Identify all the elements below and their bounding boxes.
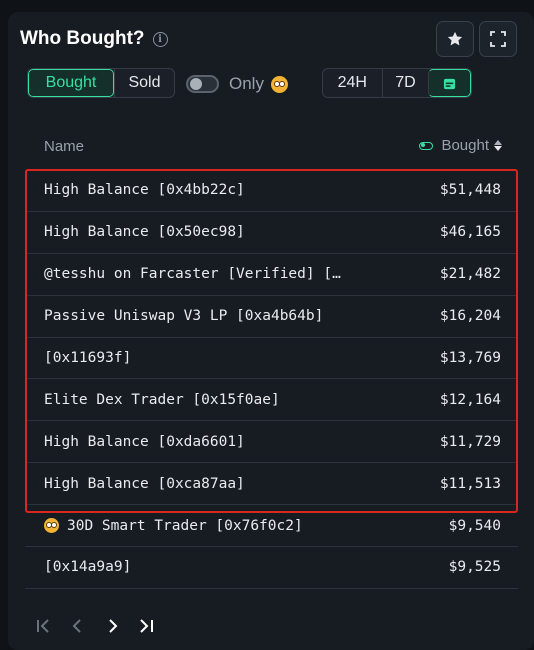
sort-icon[interactable] xyxy=(494,140,502,151)
time-range-switch: 24H 7D xyxy=(322,68,472,98)
row-amount: $11,513 xyxy=(439,475,501,492)
first-page-icon[interactable] xyxy=(34,614,54,638)
tab-sold[interactable]: Sold xyxy=(114,69,174,97)
favorite-button[interactable] xyxy=(436,21,474,57)
column-header-name[interactable]: Name xyxy=(44,138,84,155)
row-amount: $12,164 xyxy=(439,391,501,408)
column-header-bought-label: Bought xyxy=(441,137,489,154)
table-row[interactable]: 30D Smart Trader [0x76f0c2] $9,540 xyxy=(25,505,518,548)
column-header-bought[interactable]: Bought xyxy=(419,137,502,154)
expand-icon xyxy=(490,31,506,47)
usd-toggle-icon[interactable] xyxy=(419,141,434,150)
row-name: 30D Smart Trader [0x76f0c2] xyxy=(67,517,303,534)
calendar-icon xyxy=(444,78,456,89)
row-name[interactable]: Passive Uniswap V3 LP [0xa4b64b] xyxy=(44,308,323,324)
table-row[interactable]: Elite Dex Trader [0x15f0ae] $12,164 xyxy=(25,379,518,422)
row-amount: $9,540 xyxy=(448,517,501,534)
tab-24h[interactable]: 24H xyxy=(323,69,382,97)
bought-sold-switch: Bought Sold xyxy=(27,68,175,98)
row-amount: $51,448 xyxy=(439,182,501,199)
last-page-icon[interactable] xyxy=(136,614,156,638)
tab-bought[interactable]: Bought xyxy=(28,69,114,97)
toggle-knob xyxy=(190,78,202,90)
row-name-with-emoji[interactable]: 30D Smart Trader [0x76f0c2] xyxy=(44,518,303,534)
table-row[interactable]: [0x11693f] $13,769 xyxy=(25,338,518,380)
panel-title-text: Who Bought? xyxy=(20,28,145,49)
prev-page-icon[interactable] xyxy=(68,614,88,638)
only-smart-toggle[interactable] xyxy=(186,75,219,93)
buyers-table-body: High Balance [0x4bb22c] $51,448 High Bala… xyxy=(25,170,518,589)
table-row[interactable]: High Balance [0x50ec98] $46,165 xyxy=(25,212,518,254)
table-row[interactable]: Passive Uniswap V3 LP [0xa4b64b] $16,204 xyxy=(25,296,518,338)
tab-custom-range[interactable] xyxy=(428,69,471,97)
row-name[interactable]: Elite Dex Trader [0x15f0ae] xyxy=(44,392,280,408)
star-icon xyxy=(447,31,463,46)
only-filter-label: Only xyxy=(229,74,288,94)
tab-7d[interactable]: 7D xyxy=(381,69,429,97)
row-name[interactable]: High Balance [0xda6601] xyxy=(44,434,245,450)
only-label-text: Only xyxy=(229,74,264,93)
row-name[interactable]: High Balance [0x50ec98] xyxy=(44,224,245,240)
table-row[interactable]: High Balance [0x4bb22c] $51,448 xyxy=(25,170,518,212)
row-name[interactable]: High Balance [0x4bb22c] xyxy=(44,182,245,198)
smart-trader-emoji-icon xyxy=(270,75,288,93)
row-amount: $9,525 xyxy=(448,559,501,576)
fullscreen-button[interactable] xyxy=(479,21,517,57)
row-amount: $21,482 xyxy=(439,266,501,283)
pagination xyxy=(34,614,156,638)
table-row[interactable]: [0x14a9a9] $9,525 xyxy=(25,547,518,589)
next-page-icon[interactable] xyxy=(102,614,122,638)
table-row[interactable]: @tesshu on Farcaster [Verified] [… $21,48… xyxy=(25,254,518,296)
row-name[interactable]: [0x14a9a9] xyxy=(44,559,131,575)
smart-trader-emoji-icon xyxy=(44,518,59,534)
row-amount: $11,729 xyxy=(439,433,501,450)
row-amount: $13,769 xyxy=(439,350,501,366)
row-name[interactable]: @tesshu on Farcaster [Verified] [… xyxy=(44,266,341,282)
row-name[interactable]: High Balance [0xca87aa] xyxy=(44,476,245,492)
row-name[interactable]: [0x11693f] xyxy=(44,350,131,366)
row-amount: $46,165 xyxy=(439,224,501,241)
table-row[interactable]: High Balance [0xda6601] $11,729 xyxy=(25,421,518,464)
table-header: Name Bought xyxy=(8,125,534,167)
row-amount: $16,204 xyxy=(439,308,501,325)
table-row[interactable]: High Balance [0xca87aa] $11,513 xyxy=(25,463,518,506)
panel-title: Who Bought? i xyxy=(20,28,168,50)
info-icon[interactable]: i xyxy=(152,31,168,47)
